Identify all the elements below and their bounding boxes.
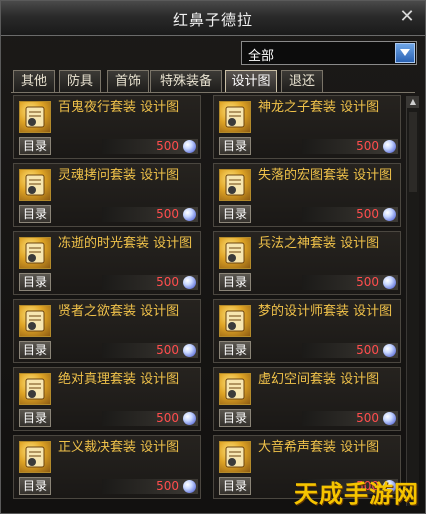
catalog-button[interactable]: 目录: [219, 137, 251, 155]
catalog-button[interactable]: 目录: [19, 341, 51, 359]
item-card[interactable]: 贤者之欲套装 设计图目录 500: [13, 299, 201, 363]
catalog-button[interactable]: 目录: [219, 341, 251, 359]
window-title: 红鼻子德拉: [172, 11, 253, 29]
item-price: 500: [156, 275, 179, 289]
catalog-button[interactable]: 目录: [219, 205, 251, 223]
item-card[interactable]: 灵魂拷问套装 设计图目录 500: [13, 163, 201, 227]
dropdown-selected-value: 全部: [248, 49, 275, 64]
blueprint-icon[interactable]: [219, 237, 251, 269]
tab-return[interactable]: 退还: [281, 70, 323, 92]
blueprint-icon[interactable]: [19, 237, 51, 269]
item-card[interactable]: 冻逝的时光套装 设计图目录 500: [13, 231, 201, 295]
tab-special-equipment[interactable]: 特殊装备: [150, 70, 222, 92]
scroll-up-icon[interactable]: ▲: [407, 96, 419, 108]
price-bar: 500: [102, 139, 198, 154]
item-price: 500: [356, 207, 379, 221]
price-bar: 500: [102, 343, 198, 358]
blueprint-icon[interactable]: [19, 441, 51, 473]
item-price: 500: [356, 275, 379, 289]
blueprint-icon[interactable]: [219, 441, 251, 473]
blueprint-icon[interactable]: [219, 101, 251, 133]
item-name: 冻逝的时光套装 设计图: [58, 236, 193, 251]
item-card[interactable]: 失落的宏图套装 设计图目录 500: [213, 163, 401, 227]
crystal-coin-icon: [183, 412, 196, 425]
shop-window: 红鼻子德拉 ✕ 全部 其他 防具 首饰 特殊装备 设计图 退还 百鬼夜行套装 设…: [0, 0, 426, 514]
item-card[interactable]: 百鬼夜行套装 设计图目录 500: [13, 95, 201, 159]
item-grid: 百鬼夜行套装 设计图 目录 500 神龙之子套装 设计图 目录 500 灵魂拷问套装 设计图…: [11, 95, 403, 507]
blueprint-icon[interactable]: [19, 101, 51, 133]
scroll-thumb[interactable]: [409, 112, 417, 192]
crystal-coin-icon: [183, 344, 196, 357]
item-price: 500: [156, 139, 179, 153]
crystal-coin-icon: [383, 208, 396, 221]
tab-divider: [11, 92, 415, 93]
catalog-button[interactable]: 目录: [19, 477, 51, 495]
catalog-button[interactable]: 目录: [19, 409, 51, 427]
blueprint-icon[interactable]: [19, 305, 51, 337]
price-bar: 500: [302, 207, 398, 222]
crystal-coin-icon: [183, 140, 196, 153]
item-name: 灵魂拷问套装 设计图: [58, 168, 180, 183]
item-price: 500: [156, 479, 179, 493]
crystal-coin-icon: [383, 344, 396, 357]
blueprint-icon[interactable]: [219, 169, 251, 201]
item-name: 贤者之欲套装 设计图: [58, 304, 180, 319]
tab-accessories[interactable]: 首饰: [107, 70, 149, 92]
tab-other[interactable]: 其他: [13, 70, 55, 92]
item-card[interactable]: 虚幻空间套装 设计图目录 500: [213, 367, 401, 431]
item-name: 百鬼夜行套装 设计图: [58, 100, 180, 115]
price-bar: 500: [302, 275, 398, 290]
chevron-down-icon[interactable]: [395, 43, 415, 63]
crystal-coin-icon: [183, 276, 196, 289]
price-bar: 500: [102, 411, 198, 426]
category-dropdown[interactable]: 全部: [241, 41, 417, 65]
scrollbar[interactable]: ▲: [406, 96, 419, 506]
item-price: 500: [356, 139, 379, 153]
blueprint-icon[interactable]: [219, 373, 251, 405]
watermark-logo: 天成手游网: [294, 480, 419, 508]
item-name: 神龙之子套装 设计图: [258, 100, 380, 115]
item-name: 失落的宏图套装 设计图: [258, 168, 393, 183]
price-bar: 500: [102, 275, 198, 290]
crystal-coin-icon: [183, 208, 196, 221]
item-name: 绝对真理套装 设计图: [58, 372, 180, 387]
item-name: 虚幻空间套装 设计图: [258, 372, 380, 387]
catalog-button[interactable]: 目录: [219, 273, 251, 291]
title-bar[interactable]: 红鼻子德拉 ✕: [1, 1, 425, 36]
item-name: 兵法之神套装 设计图: [258, 236, 380, 251]
item-card[interactable]: 正义裁决套装 设计图目录 500: [13, 435, 201, 499]
item-name: 大音希声套装 设计图: [258, 440, 380, 455]
catalog-button[interactable]: 目录: [19, 273, 51, 291]
item-card[interactable]: 兵法之神套装 设计图目录 500: [213, 231, 401, 295]
catalog-button[interactable]: 目录: [219, 409, 251, 427]
blueprint-icon[interactable]: [19, 169, 51, 201]
price-bar: 500: [302, 411, 398, 426]
blueprint-icon[interactable]: [19, 373, 51, 405]
catalog-button[interactable]: 目录: [219, 477, 251, 495]
price-bar: 500: [102, 207, 198, 222]
price-bar: 500: [102, 479, 198, 494]
item-name: 正义裁决套装 设计图: [58, 440, 180, 455]
tab-blueprints[interactable]: 设计图: [225, 70, 277, 92]
blueprint-icon[interactable]: [219, 305, 251, 337]
item-card[interactable]: 绝对真理套装 设计图目录 500: [13, 367, 201, 431]
item-price: 500: [356, 343, 379, 357]
item-price: 500: [156, 411, 179, 425]
item-price: 500: [156, 207, 179, 221]
price-bar: 500: [302, 139, 398, 154]
item-card[interactable]: 神龙之子套装 设计图目录 500: [213, 95, 401, 159]
tab-armor[interactable]: 防具: [59, 70, 101, 92]
price-bar: 500: [302, 343, 398, 358]
crystal-coin-icon: [383, 276, 396, 289]
item-name: 梦的设计师套装 设计图: [258, 304, 393, 319]
item-price: 500: [156, 343, 179, 357]
catalog-button[interactable]: 目录: [19, 205, 51, 223]
crystal-coin-icon: [383, 140, 396, 153]
close-icon[interactable]: ✕: [397, 7, 417, 27]
crystal-coin-icon: [383, 412, 396, 425]
item-price: 500: [356, 411, 379, 425]
catalog-button[interactable]: 目录: [19, 137, 51, 155]
item-card[interactable]: 梦的设计师套装 设计图目录 500: [213, 299, 401, 363]
crystal-coin-icon: [183, 480, 196, 493]
